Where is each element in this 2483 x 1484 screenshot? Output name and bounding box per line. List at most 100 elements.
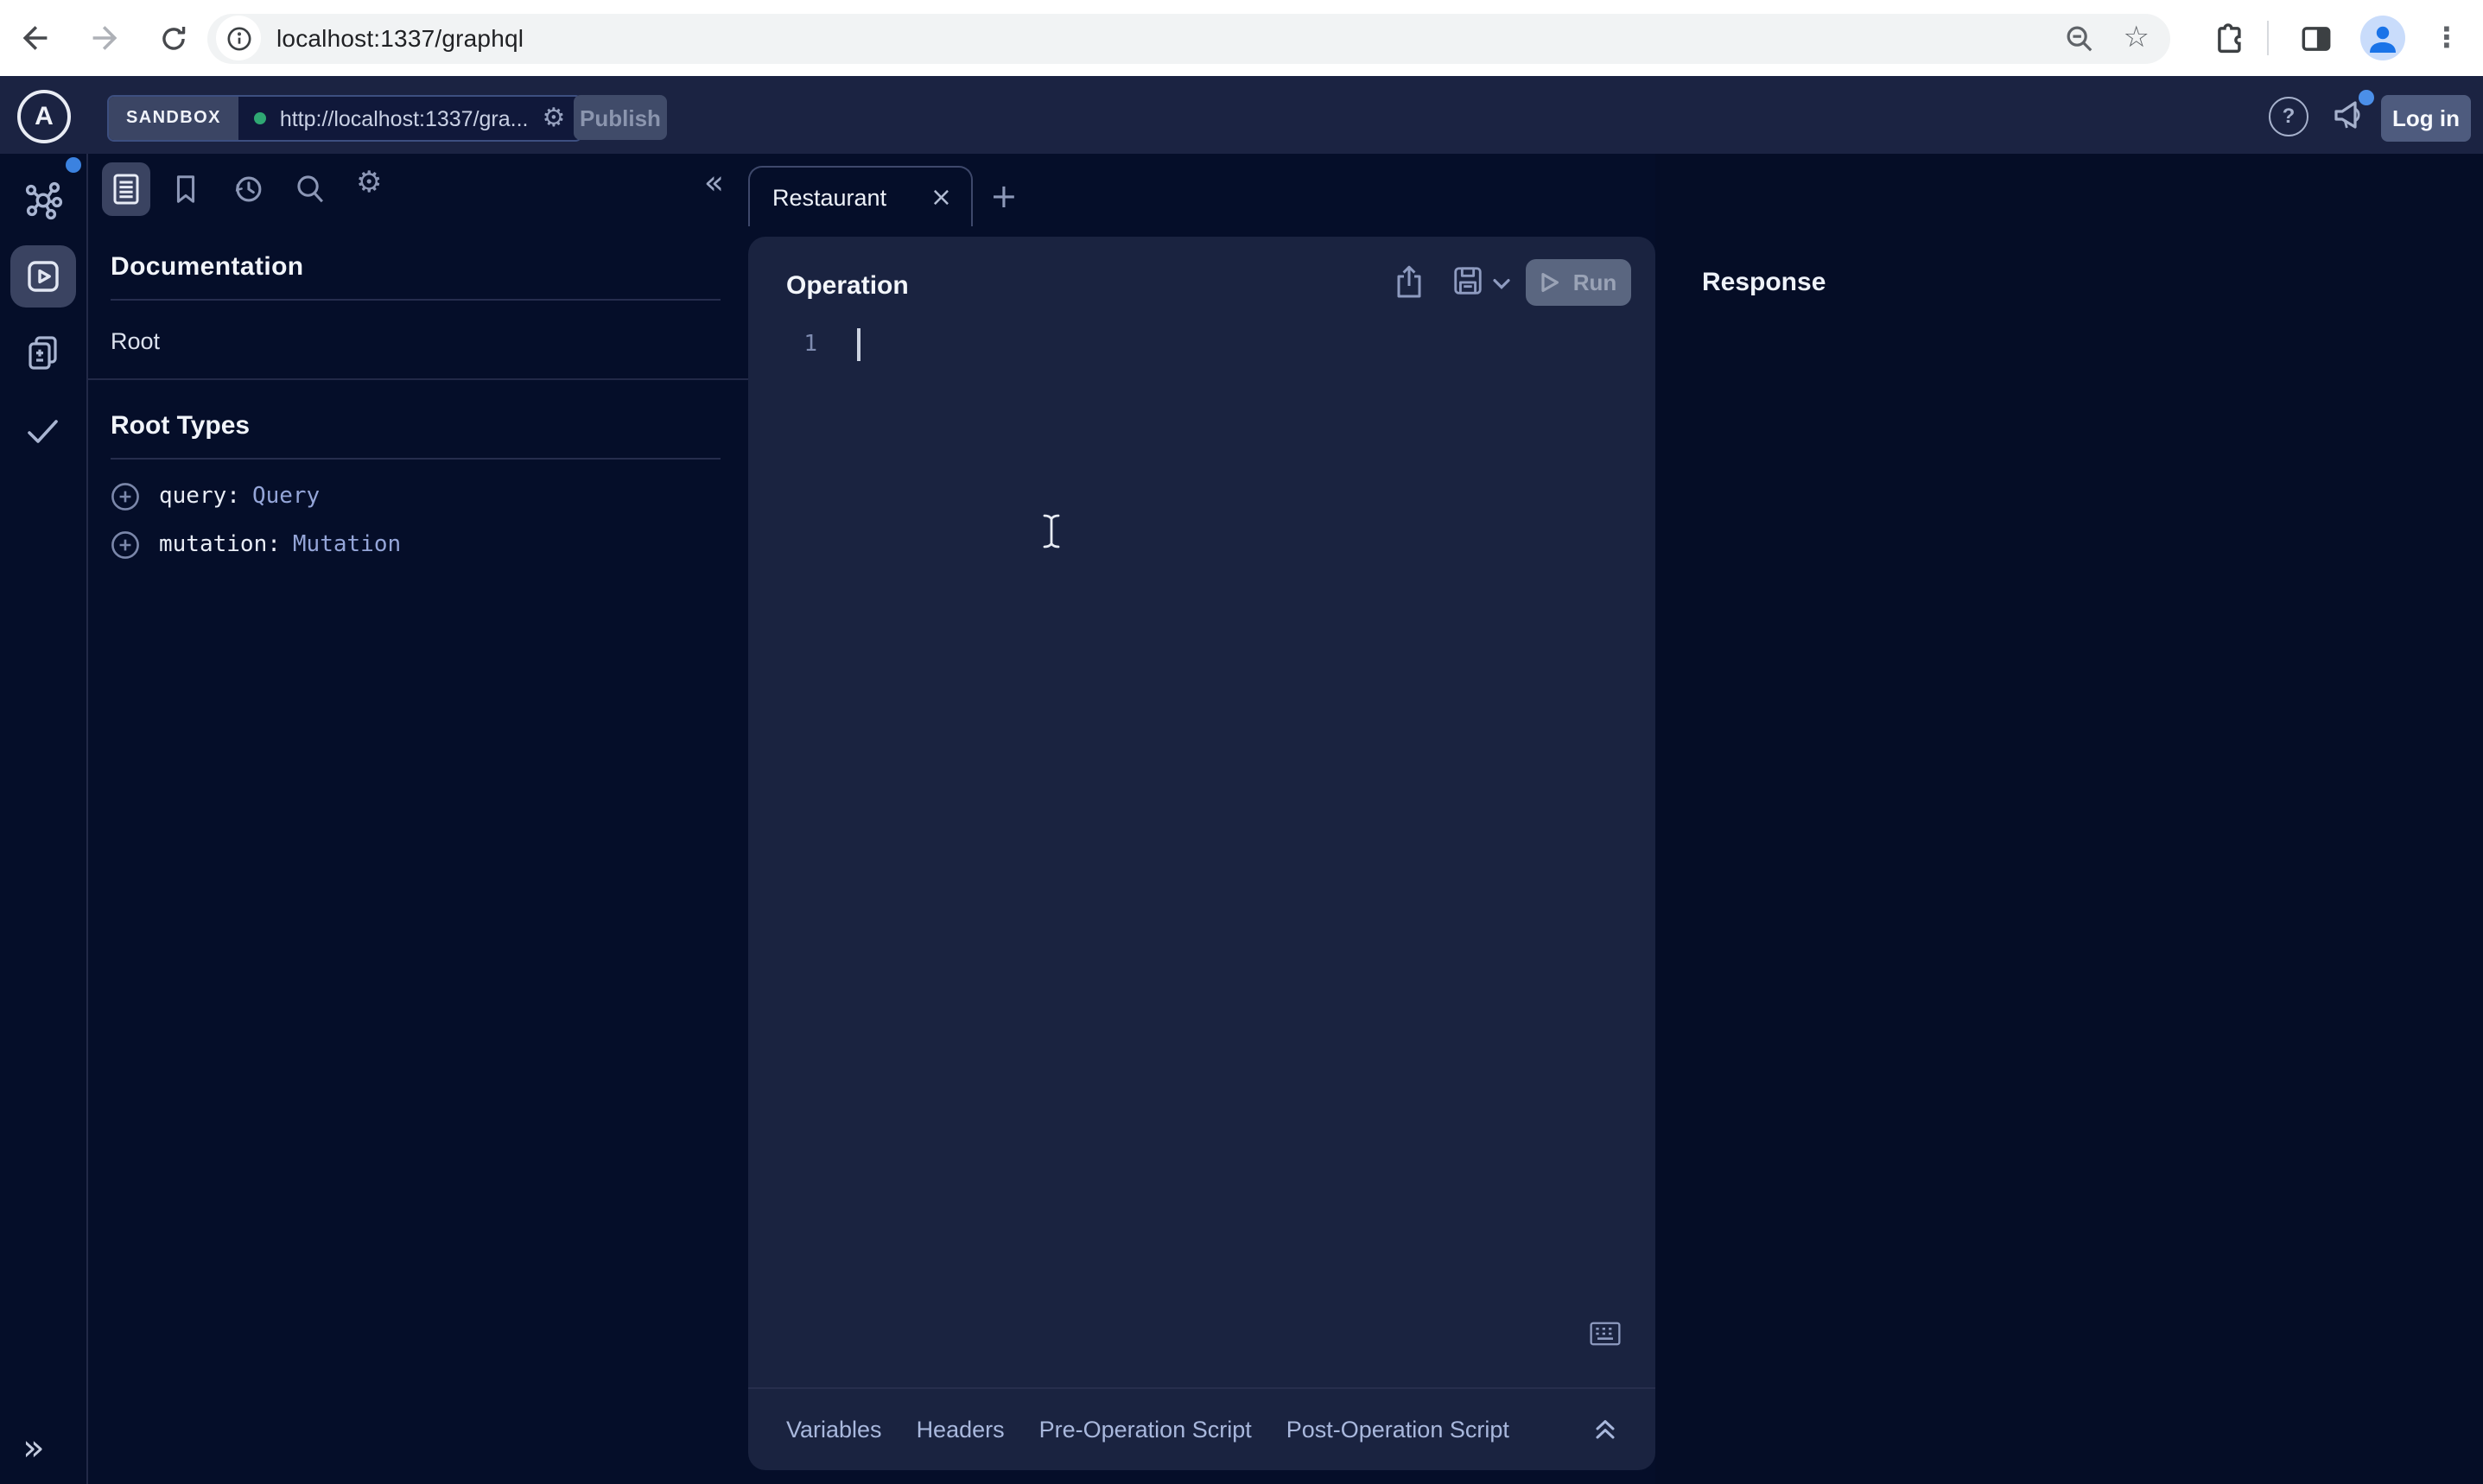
endpoint-url-text[interactable]: http://localhost:1337/gra... (280, 106, 529, 130)
docs-tab-bookmarks[interactable] (169, 173, 202, 206)
docs-title: Documentation (111, 252, 721, 282)
info-icon (225, 25, 251, 51)
back-arrow-icon (19, 22, 50, 54)
browser-profile-avatar[interactable] (2360, 16, 2405, 60)
response-panel: Response (1655, 154, 2483, 1484)
sidebar-item-checks[interactable] (21, 409, 64, 453)
notification-dot (2359, 90, 2374, 105)
browser-forward-button[interactable] (85, 17, 126, 59)
add-field-icon[interactable] (111, 482, 140, 511)
endpoint-settings-gear-icon[interactable]: ⚙ (543, 105, 566, 131)
expand-footer-button[interactable] (1593, 1418, 1617, 1441)
save-floppy-icon (1451, 264, 1484, 297)
docs-tab-history[interactable] (232, 173, 264, 206)
field-type-link[interactable]: Query (252, 484, 320, 510)
footer-tab-post-operation-script[interactable]: Post-Operation Script (1286, 1417, 1509, 1443)
footer-tab-variables[interactable]: Variables (786, 1417, 882, 1443)
history-clock-icon (232, 173, 264, 206)
operation-editor[interactable] (843, 320, 1638, 1356)
apollo-logo[interactable]: A (17, 90, 71, 143)
extensions-button[interactable] (2208, 17, 2250, 59)
side-panel-button[interactable] (2295, 17, 2336, 59)
field-name[interactable]: mutation: (159, 532, 281, 558)
login-button[interactable]: Log in (2381, 95, 2471, 142)
docs-tab-settings-gear-icon[interactable]: ⚙ (356, 169, 383, 199)
explorer-play-icon (24, 257, 62, 295)
share-operation-button[interactable] (1393, 264, 1426, 301)
run-play-icon (1540, 271, 1561, 294)
collapse-docs-button[interactable]: « (704, 168, 724, 200)
browser-menu-button[interactable]: ⋮ (2426, 17, 2467, 59)
sidebar-item-changelog[interactable] (22, 332, 64, 373)
publish-button[interactable]: Publish (574, 95, 667, 140)
help-button[interactable]: ? (2269, 96, 2308, 136)
bookmark-icon (169, 173, 202, 206)
changelog-diff-icon (22, 332, 64, 373)
checkmark-icon (21, 409, 64, 453)
root-type-row-query[interactable]: query: Query (111, 482, 721, 511)
footer-tab-pre-operation-script[interactable]: Pre-Operation Script (1039, 1417, 1252, 1443)
editor-line-number: 1 (793, 332, 817, 358)
keyboard-shortcuts-button[interactable] (1590, 1322, 1621, 1346)
save-operation-button[interactable] (1451, 264, 1484, 297)
announcements-button[interactable] (2329, 93, 2371, 135)
field-type-link[interactable]: Mutation (293, 532, 401, 558)
url-text[interactable]: localhost:1337/graphql (276, 24, 524, 52)
chevron-down-icon (1493, 278, 1510, 290)
apollo-logo-letter: A (35, 102, 54, 131)
operation-tab-active[interactable]: Restaurant × (748, 166, 973, 226)
docs-tab-search[interactable] (294, 173, 327, 206)
extensions-puzzle-icon (2213, 22, 2245, 54)
rail-notification-dot (66, 157, 81, 173)
site-info-button[interactable] (216, 16, 261, 60)
root-type-row-mutation[interactable]: mutation: Mutation (111, 530, 721, 560)
footer-tab-headers[interactable]: Headers (917, 1417, 1005, 1443)
run-button[interactable]: Run (1526, 259, 1631, 306)
address-bar[interactable]: localhost:1337/graphql ☆ (207, 13, 2170, 63)
apollo-toolbar: A SANDBOX http://localhost:1337/gra... ⚙… (0, 76, 2483, 154)
left-nav-rail: » (0, 154, 88, 1484)
bookmark-star-icon[interactable]: ☆ (2124, 23, 2150, 53)
response-title: Response (1702, 268, 1826, 297)
docs-root-types-title: Root Types (111, 411, 721, 441)
question-mark-icon: ? (2283, 104, 2296, 128)
double-chevron-up-icon (1593, 1418, 1617, 1441)
field-name[interactable]: query: (159, 484, 240, 510)
toolbar-divider (2267, 21, 2269, 55)
zoom-out-icon[interactable] (2065, 23, 2094, 53)
browser-reload-button[interactable] (152, 17, 194, 59)
operation-panel: Operation Run 1 Variables Head (748, 237, 1655, 1470)
main-area: » ⚙ « Documentation (0, 154, 2483, 1484)
apollo-sandbox-app: localhost:1337/graphql ☆ ⋮ A SANDBOX htt… (0, 0, 2483, 1484)
tab-label: Restaurant (750, 184, 886, 210)
save-options-dropdown[interactable] (1493, 278, 1510, 290)
connection-status-dot (254, 112, 266, 124)
docs-divider (111, 458, 721, 460)
sidebar-item-explorer-active[interactable] (10, 245, 76, 308)
run-label: Run (1573, 270, 1617, 295)
keyboard-icon (1590, 1322, 1621, 1346)
docs-root-link[interactable]: Root (111, 328, 721, 354)
endpoint-control[interactable]: SANDBOX http://localhost:1337/gra... ⚙ (107, 95, 582, 142)
expand-rail-button[interactable]: » (22, 1430, 45, 1467)
close-tab-icon[interactable]: × (930, 184, 952, 210)
sandbox-badge: SANDBOX (109, 97, 238, 140)
search-icon (294, 173, 327, 206)
schema-graph-icon (21, 178, 66, 223)
new-tab-button[interactable]: + (990, 181, 1018, 214)
three-dots-icon: ⋮ (2433, 24, 2461, 52)
side-panel-icon (2299, 22, 2332, 54)
docs-divider (111, 299, 721, 301)
browser-chrome: localhost:1337/graphql ☆ ⋮ (0, 0, 2483, 76)
browser-back-button[interactable] (14, 17, 55, 59)
profile-person-icon (2360, 16, 2405, 60)
documentation-panel: ⚙ « Documentation Root Root Types query:… (86, 154, 748, 1484)
document-icon (112, 173, 140, 206)
add-field-icon[interactable] (111, 530, 140, 560)
mouse-ibeam-cursor (1040, 513, 1063, 549)
sidebar-item-schema[interactable] (21, 178, 66, 223)
share-icon (1393, 264, 1426, 301)
forward-arrow-icon (90, 22, 121, 54)
reload-icon (158, 23, 187, 53)
docs-tab-documentation-active[interactable] (102, 162, 150, 216)
